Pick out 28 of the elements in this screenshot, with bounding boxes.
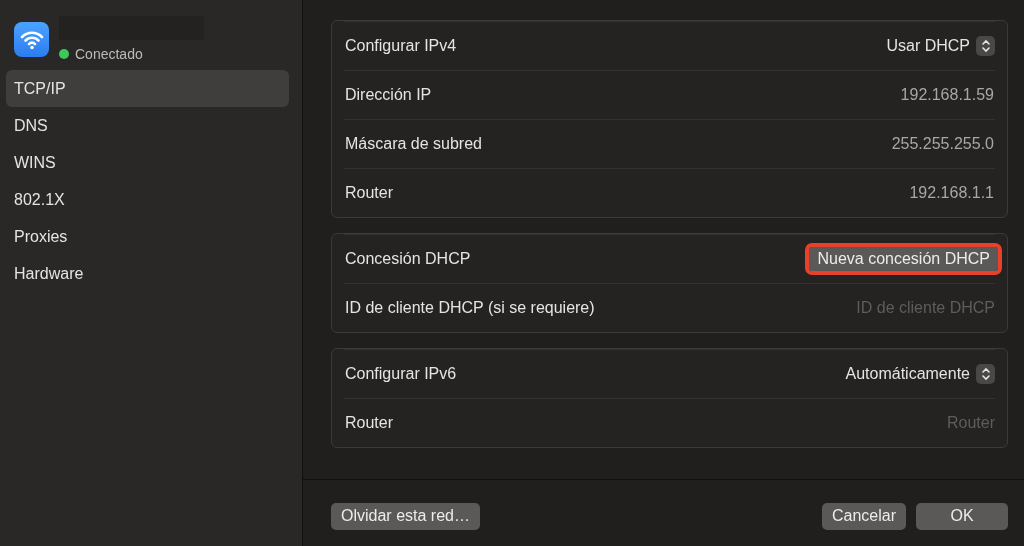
sidebar-item[interactable]: 802.1X — [6, 181, 289, 218]
sidebar-item[interactable]: TCP/IP — [6, 70, 289, 107]
cancel-button[interactable]: Cancelar — [821, 502, 906, 530]
row-value: 192.168.1.1 — [909, 184, 995, 202]
row-label: Router — [344, 414, 394, 432]
sidebar-item[interactable]: WINS — [6, 144, 289, 181]
ok-button[interactable]: OK — [916, 502, 1008, 530]
row-label: Concesión DHCP — [344, 250, 471, 268]
connection-status: Conectado — [75, 46, 143, 62]
popup-button[interactable]: Usar DHCP — [886, 36, 995, 56]
wifi-app-icon — [14, 22, 49, 57]
row-label: Router — [344, 184, 394, 202]
sidebar-item[interactable]: Hardware — [6, 255, 289, 292]
input-field[interactable]: Router — [755, 414, 995, 432]
row-label: ID de cliente DHCP (si se requiere) — [344, 299, 595, 317]
row-label: Configurar IPv4 — [344, 37, 457, 55]
stepper-icon — [976, 36, 995, 56]
row-label: Configurar IPv6 — [344, 365, 457, 383]
row-label: Dirección IP — [344, 86, 432, 104]
forget-network-button[interactable]: Olvidar esta red… — [331, 502, 480, 530]
row-label: Máscara de subred — [344, 135, 482, 153]
row-value: 192.168.1.59 — [900, 86, 995, 104]
row-value: 255.255.255.0 — [891, 135, 995, 153]
input-field[interactable]: ID de cliente DHCP — [755, 299, 995, 317]
stepper-icon — [976, 364, 995, 384]
sidebar-item[interactable]: Proxies — [6, 218, 289, 255]
popup-button[interactable]: Automáticamente — [845, 364, 995, 384]
sidebar-item[interactable]: DNS — [6, 107, 289, 144]
